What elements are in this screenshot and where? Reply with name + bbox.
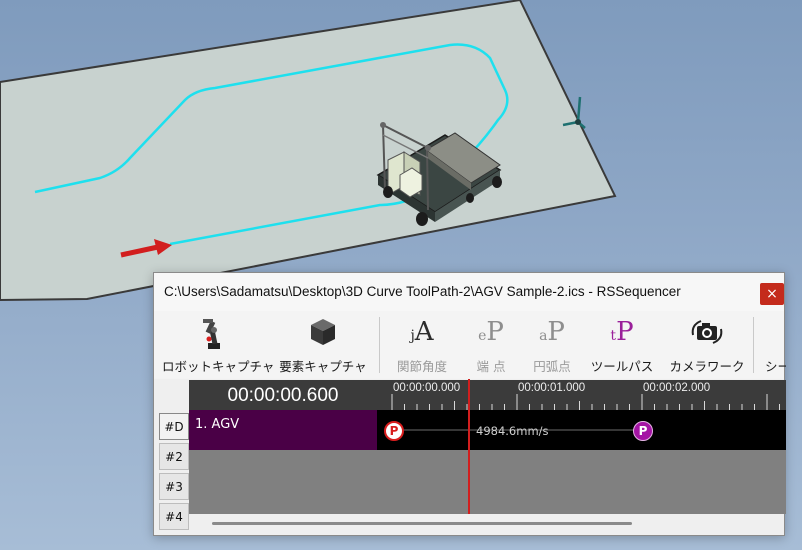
empty-tracks-area[interactable]: [189, 450, 786, 514]
row-label-d[interactable]: #D: [159, 413, 189, 440]
row-label-3[interactable]: #3: [159, 473, 189, 500]
tick-label-2: 00:00:02.000: [643, 382, 711, 394]
time-ruler[interactable]: 00:00:00.000 00:00:01.000 00:00:02.000: [377, 380, 786, 410]
row-label-4[interactable]: #4: [159, 503, 189, 530]
camera-work-button[interactable]: カメラワーク: [662, 311, 752, 378]
arc-point-label: 円弧点: [533, 359, 571, 374]
close-button[interactable]: ×: [760, 283, 784, 305]
start-point-marker[interactable]: P: [384, 421, 404, 441]
end-point-label: 端 点: [476, 359, 506, 374]
speed-label: 4984.6mm/s: [476, 424, 549, 438]
toolbar-separator: [753, 317, 754, 373]
camera-work-label: カメラワーク: [669, 359, 745, 374]
tool-path-icon: tP: [610, 317, 634, 347]
toolbar: ロボットキャプチャ 要素キャプチャ jA 関節角度 eP 端 点 aP 円弧点 …: [154, 311, 786, 378]
title-bar[interactable]: C:\Users\Sadamatsu\Desktop\3D Curve Tool…: [154, 273, 784, 312]
playhead-cursor[interactable]: [468, 379, 470, 514]
end-point-marker[interactable]: P: [633, 421, 653, 441]
joint-angle-icon: jA: [410, 317, 434, 347]
tool-path-label: ツールパス: [590, 359, 654, 374]
element-capture-label: 要素キャプチャ: [279, 359, 367, 374]
robot-arm-icon: [200, 317, 228, 355]
cube-icon: [309, 317, 337, 351]
sequencer-window: C:\Users\Sadamatsu\Desktop\3D Curve Tool…: [153, 272, 786, 536]
robot-capture-label: ロボットキャプチャ: [162, 359, 275, 374]
scene-label: シー: [765, 359, 786, 374]
element-capture-button[interactable]: 要素キャプチャ: [272, 311, 374, 378]
joint-angle-button[interactable]: jA 関節角度: [386, 311, 458, 378]
toolbar-separator: [379, 317, 380, 373]
track-label: 1. AGV: [195, 417, 240, 432]
robot-capture-button[interactable]: ロボットキャプチャ: [162, 311, 275, 378]
row-label-2[interactable]: #2: [159, 443, 189, 470]
tool-path-button[interactable]: tP ツールパス: [584, 311, 660, 378]
tick-label-0: 00:00:00.000: [393, 382, 461, 394]
window-title: C:\Users\Sadamatsu\Desktop\3D Curve Tool…: [164, 284, 681, 299]
end-point-button[interactable]: eP 端 点: [458, 311, 524, 378]
camera-rotate-icon: [689, 317, 725, 351]
current-time: 00:00:00.600: [227, 385, 339, 406]
end-point-icon: eP: [478, 317, 504, 347]
timeline-panel: 00:00:00.600 00:00:00.000 00:00:01.000 0…: [154, 379, 786, 535]
tick-label-1: 00:00:01.000: [518, 382, 586, 394]
scene-button[interactable]: シー: [759, 311, 786, 378]
horizontal-scrollbar[interactable]: [212, 522, 632, 525]
floor-plate: [0, 0, 617, 302]
arc-point-button[interactable]: aP 円弧点: [519, 311, 585, 378]
arc-point-icon: aP: [539, 317, 565, 347]
joint-angle-label: 関節角度: [396, 359, 447, 374]
